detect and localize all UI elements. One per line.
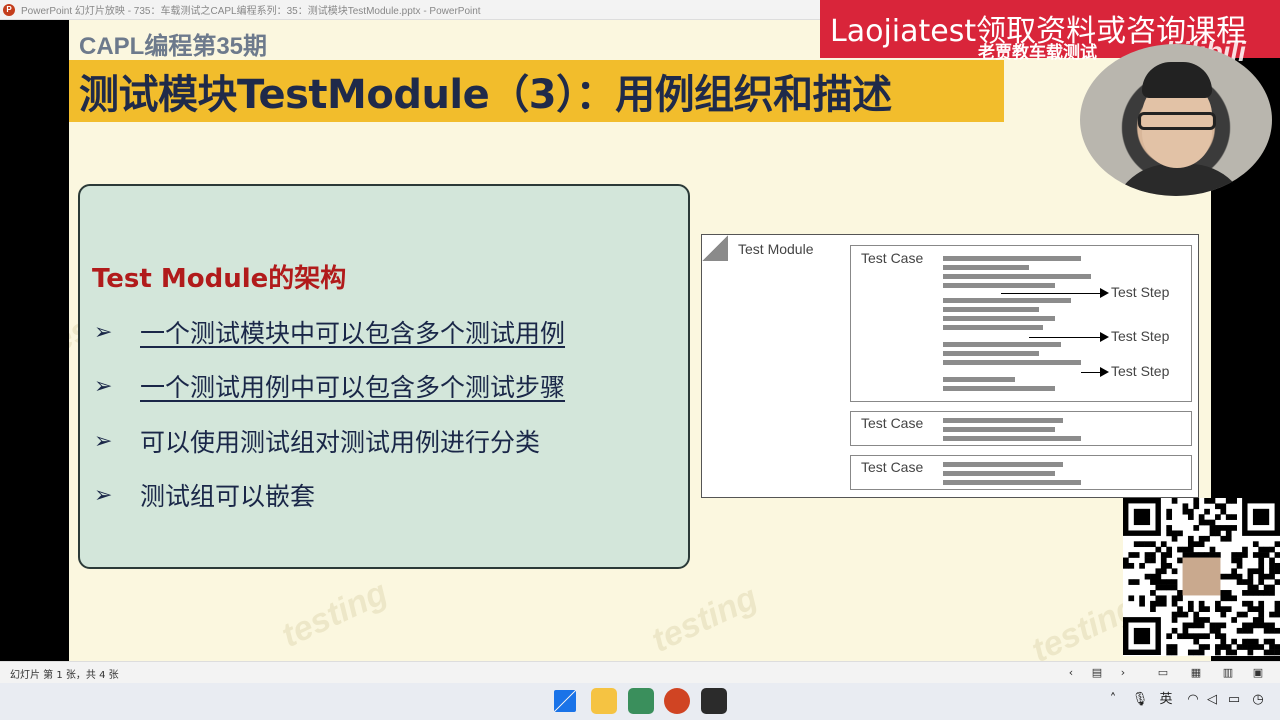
chevron-right-icon[interactable]: ›	[1115, 665, 1131, 681]
webcam-feed	[1080, 44, 1272, 196]
battery-icon[interactable]: ▭	[1224, 691, 1244, 709]
code-line	[943, 377, 1015, 382]
chevron-left-icon[interactable]: ‹	[1063, 665, 1079, 681]
bullet-item: ➢ 一个测试用例中可以包含多个测试步骤	[94, 368, 565, 404]
step-arrow-line	[1029, 337, 1101, 338]
bullet-link[interactable]: 一个测试模块中可以包含多个测试用例	[140, 314, 565, 350]
normal-view-icon[interactable]: ▭	[1155, 665, 1171, 681]
slide-subtitle: CAPL编程第35期	[79, 33, 268, 60]
code-line	[943, 298, 1071, 303]
code-line	[943, 418, 1063, 423]
bullet-text: 测试组可以嵌套	[140, 482, 316, 511]
powerpoint-icon: P	[3, 3, 15, 16]
module-label: Test Module	[738, 241, 814, 257]
microphone-icon[interactable]: 🎙	[1130, 691, 1150, 709]
arrow-right-icon	[1100, 288, 1109, 298]
step-arrow-line	[1081, 372, 1101, 373]
step-label: Test Step	[1111, 284, 1170, 300]
arrow-right-icon	[1100, 332, 1109, 342]
sorter-view-icon[interactable]: ▦	[1188, 665, 1204, 681]
code-line	[943, 316, 1055, 321]
code-line	[943, 283, 1055, 288]
watermark: testing	[275, 573, 394, 655]
step-label: Test Step	[1111, 363, 1170, 379]
code-line	[943, 351, 1039, 356]
powerpoint-taskbar-icon[interactable]	[664, 688, 690, 714]
app-icon[interactable]	[628, 688, 654, 714]
code-line	[943, 436, 1081, 441]
code-line	[943, 307, 1039, 312]
test-module-diagram: Test Module Test Case Test Step Test Ste…	[701, 234, 1199, 498]
recorder-icon[interactable]	[701, 688, 727, 714]
code-line	[943, 471, 1055, 476]
code-line	[943, 325, 1043, 330]
case-label: Test Case	[861, 459, 924, 475]
bullet-item: ➢ 测试组可以嵌套	[94, 477, 315, 513]
slideshow-icon[interactable]: ▣	[1250, 665, 1266, 681]
bullet-arrow-icon: ➢	[94, 482, 113, 508]
code-line	[943, 256, 1081, 261]
code-line	[943, 386, 1055, 391]
qr-code	[1123, 498, 1280, 656]
bullet-arrow-icon: ➢	[94, 428, 113, 454]
code-line	[943, 427, 1055, 432]
letterbox-left	[0, 20, 69, 661]
folded-corner-icon	[702, 235, 728, 261]
box-title: Test Module的架构	[92, 264, 347, 294]
presenter-glasses	[1138, 112, 1216, 130]
test-case-box: Test Case	[850, 455, 1192, 490]
test-case-box: Test Case	[850, 411, 1192, 446]
statusbar: 幻灯片 第 1 张，共 4 张 ‹ ▤ › ▭ ▦ ▥ ▣	[0, 661, 1280, 683]
code-line	[943, 462, 1063, 467]
bullet-text: 可以使用测试组对测试用例进行分类	[140, 428, 541, 457]
bullet-item: ➢ 可以使用测试组对测试用例进行分类	[94, 423, 540, 459]
step-arrow-line	[1001, 293, 1101, 294]
wifi-icon[interactable]: ◠	[1183, 691, 1203, 709]
slide[interactable]: testing testing testing testing testing …	[69, 20, 1211, 661]
arrow-right-icon	[1100, 367, 1109, 377]
code-line	[943, 360, 1081, 365]
case-label: Test Case	[861, 250, 924, 266]
volume-icon[interactable]: ◁	[1202, 691, 1222, 709]
tray-chevron-up-icon[interactable]: ˄	[1103, 691, 1123, 709]
notes-icon[interactable]: ▤	[1089, 665, 1105, 681]
test-case-box: Test Case Test Step Test Step Test Step	[850, 245, 1192, 402]
windows-start-icon[interactable]	[554, 690, 576, 712]
step-label: Test Step	[1111, 328, 1170, 344]
bullet-arrow-icon: ➢	[94, 373, 113, 399]
slide-counter: 幻灯片 第 1 张，共 4 张	[10, 670, 119, 681]
watermark: testing	[645, 578, 764, 660]
case-label: Test Case	[861, 415, 924, 431]
bullet-arrow-icon: ➢	[94, 319, 113, 345]
content-box: Test Module的架构 ➢ 一个测试模块中可以包含多个测试用例 ➢ 一个测…	[78, 184, 690, 569]
channel-name: 老贾教车载测试	[978, 43, 1097, 63]
code-line	[943, 265, 1029, 270]
slide-title: 测试模块TestModule（3）：用例组织和描述	[79, 72, 892, 118]
window-title: PowerPoint 幻灯片放映 - 735：车载测试之CAPL编程系列：35：…	[21, 6, 481, 17]
bullet-item: ➢ 一个测试模块中可以包含多个测试用例	[94, 314, 565, 350]
notification-icon[interactable]: ◷	[1248, 691, 1268, 709]
qr-code-pattern	[1123, 498, 1280, 656]
file-explorer-icon[interactable]	[591, 688, 617, 714]
code-line	[943, 274, 1091, 279]
presenter-hair	[1142, 62, 1212, 98]
presenter-shirt	[1110, 164, 1250, 196]
bullet-link[interactable]: 一个测试用例中可以包含多个测试步骤	[140, 368, 565, 404]
code-line	[943, 342, 1061, 347]
reading-view-icon[interactable]: ▥	[1220, 665, 1236, 681]
ime-indicator[interactable]: 英	[1156, 691, 1176, 709]
code-line	[943, 480, 1081, 485]
